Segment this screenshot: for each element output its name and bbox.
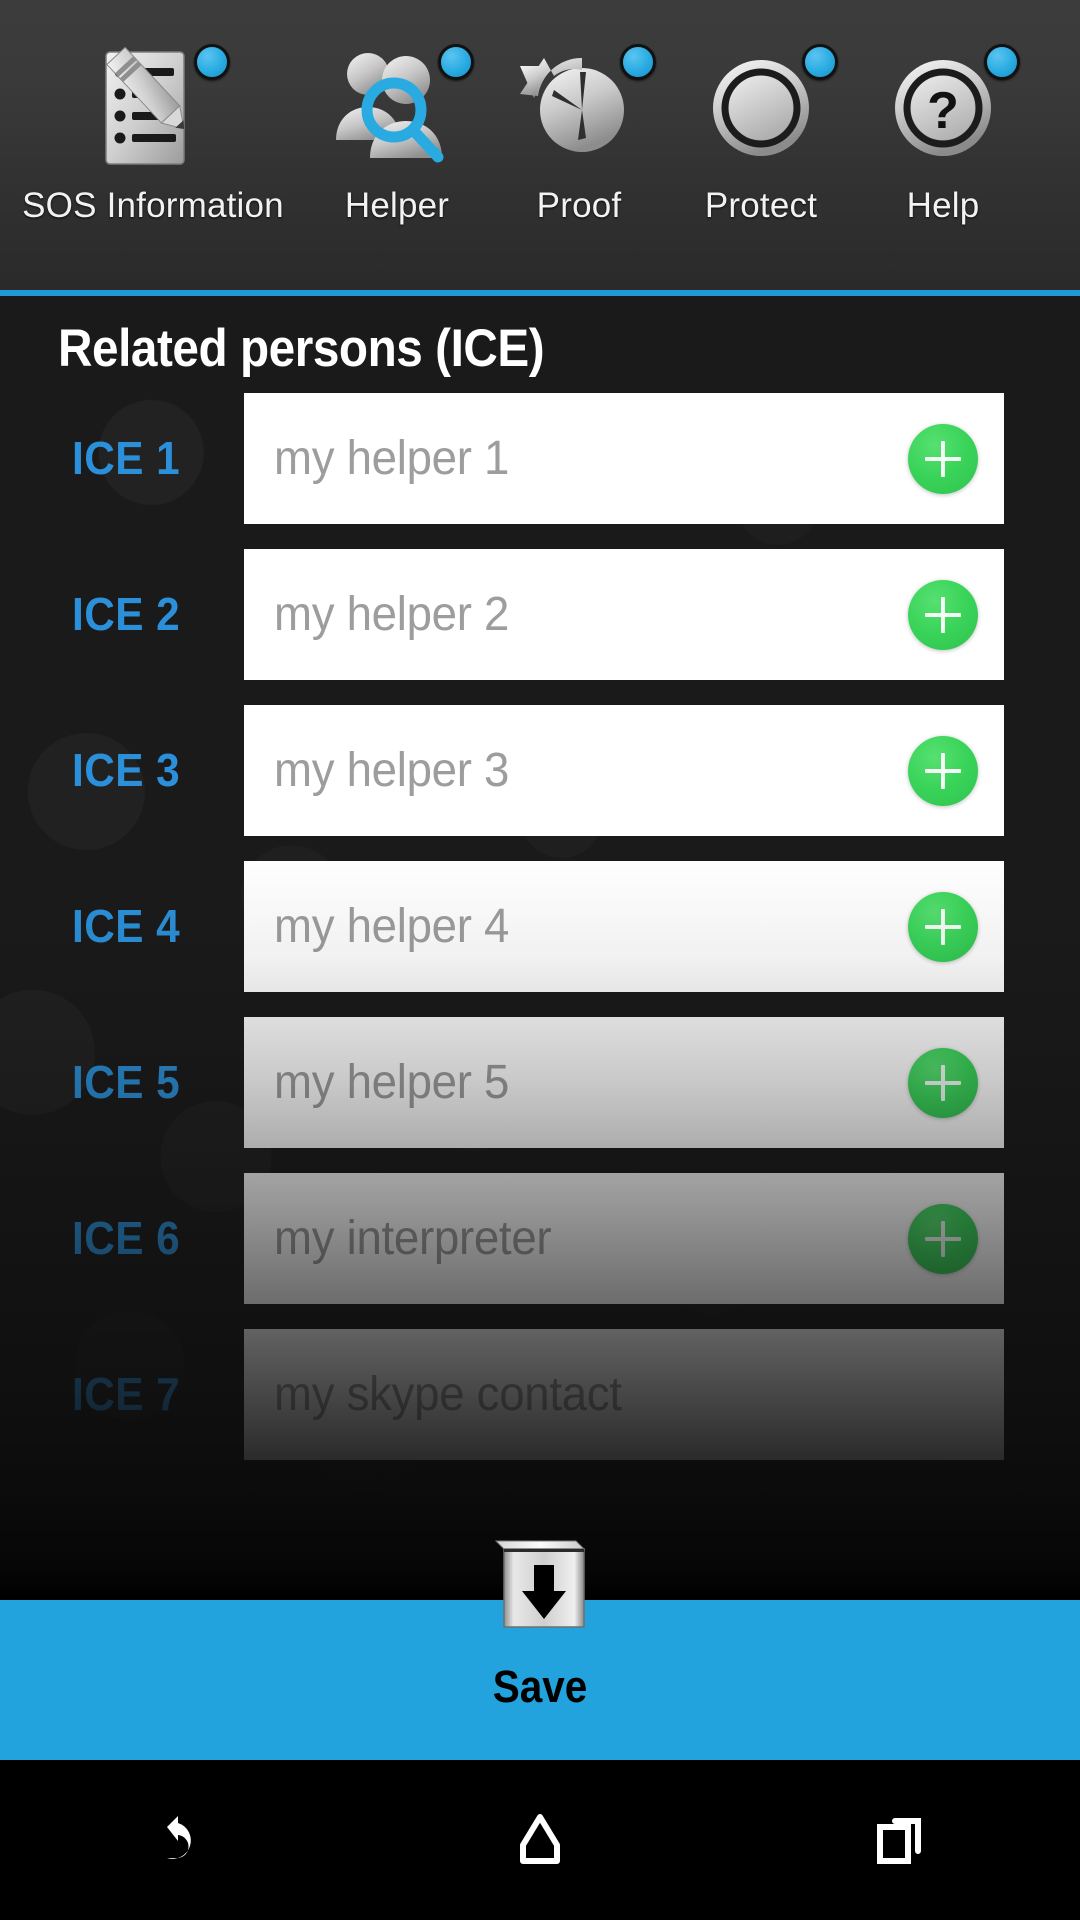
tab-icon-wrap (322, 36, 474, 176)
ice-field-5[interactable]: my helper 5 (244, 1017, 1004, 1148)
ice-field-1[interactable]: my helper 1 (244, 393, 1004, 524)
svg-text:?: ? (927, 82, 959, 140)
tab-badge-icon (194, 44, 230, 80)
add-contact-button[interactable] (908, 423, 978, 494)
ice-label: ICE 1 (72, 432, 181, 484)
ice-row: ICE 7 my skype contact (0, 1316, 1080, 1472)
add-contact-button[interactable] (908, 1047, 978, 1118)
home-icon (520, 1814, 560, 1864)
tab-icon-wrap: ? (868, 36, 1020, 176)
tab-label: Helper (344, 186, 450, 225)
ice-placeholder: my helper 3 (274, 744, 510, 797)
android-nav-bar (0, 1760, 1080, 1920)
content-area: Related persons (ICE) ICE 1 my helper 1 … (0, 296, 1080, 1600)
tab-badge-icon (438, 44, 474, 80)
ice-placeholder: my helper 1 (274, 432, 510, 485)
ice-field-6[interactable]: my interpreter (244, 1173, 1004, 1304)
tab-sos-information[interactable]: SOS Information (0, 0, 306, 290)
ice-label: ICE 7 (72, 1368, 181, 1420)
page-title: Related persons (ICE) (58, 319, 545, 378)
save-button-label: Save (492, 1661, 588, 1712)
ice-field-4[interactable]: my helper 4 (244, 861, 1004, 992)
ice-label: ICE 4 (72, 900, 181, 952)
ice-field-7[interactable]: my skype contact (244, 1329, 1004, 1460)
tab-proof[interactable]: Proof (488, 0, 670, 290)
top-tab-bar: SOS Information Helper Proof Protect ? H… (0, 0, 1080, 290)
app-screen: SOS Information Helper Proof Protect ? H… (0, 0, 1080, 1920)
ice-row: ICE 6 my interpreter (0, 1160, 1080, 1316)
recents-icon (877, 1818, 921, 1864)
nav-back-button[interactable] (100, 1760, 260, 1920)
tab-badge-icon (620, 44, 656, 80)
tab-badge-icon (802, 44, 838, 80)
ice-placeholder: my helper 4 (274, 900, 510, 953)
ice-label: ICE 3 (72, 744, 181, 796)
ice-row: ICE 3 my helper 3 (0, 692, 1080, 848)
ice-label: ICE 2 (72, 588, 181, 640)
tab-label: Protect (704, 186, 818, 225)
tab-help[interactable]: ? Help (852, 0, 1034, 290)
tab-label: Help (906, 186, 980, 225)
ice-row: ICE 2 my helper 2 (0, 536, 1080, 692)
ice-placeholder: my helper 5 (274, 1056, 510, 1109)
tab-label: SOS Information (22, 186, 284, 225)
add-contact-button[interactable] (908, 891, 978, 962)
add-contact-button[interactable] (908, 1203, 978, 1274)
ice-label: ICE 6 (72, 1212, 181, 1264)
add-contact-button[interactable] (908, 579, 978, 650)
ice-row: ICE 4 my helper 4 (0, 848, 1080, 1004)
nav-recents-button[interactable] (820, 1760, 980, 1920)
ice-row-list: ICE 1 my helper 1 ICE 2 my helper 2 ICE … (0, 380, 1080, 1472)
save-box-down-arrow-icon (494, 1540, 586, 1628)
tab-protect[interactable]: Protect (670, 0, 852, 290)
tab-icon-wrap (504, 36, 656, 176)
tab-list: SOS Information Helper Proof Protect ? H… (0, 0, 1080, 290)
tab-icon-wrap (78, 36, 230, 176)
tab-helper[interactable]: Helper (306, 0, 488, 290)
ice-row: ICE 5 my helper 5 (0, 1004, 1080, 1160)
ice-row: ICE 1 my helper 1 (0, 380, 1080, 536)
tab-icon-wrap (686, 36, 838, 176)
tab-label: Proof (536, 186, 622, 225)
ice-label: ICE 5 (72, 1056, 181, 1108)
ice-field-3[interactable]: my helper 3 (244, 705, 1004, 836)
ice-placeholder: my interpreter (274, 1212, 552, 1265)
add-contact-button[interactable] (908, 735, 978, 806)
nav-home-button[interactable] (460, 1760, 620, 1920)
ice-field-2[interactable]: my helper 2 (244, 549, 1004, 680)
ice-placeholder: my helper 2 (274, 588, 510, 641)
ice-placeholder: my skype contact (274, 1368, 622, 1421)
back-icon (167, 1816, 191, 1859)
tab-badge-icon (984, 44, 1020, 80)
